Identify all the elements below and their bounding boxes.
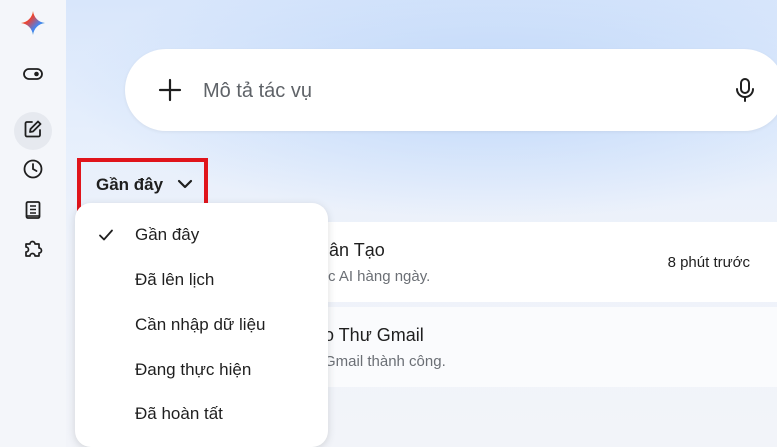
- task-time: 8 phút trước: [667, 254, 750, 271]
- menu-item-in-progress[interactable]: Đang thực hiện: [75, 348, 328, 392]
- puzzle-icon: [22, 237, 44, 264]
- menu-item-label: Đã lên lịch: [135, 270, 215, 289]
- toggle-button[interactable]: [14, 57, 52, 95]
- chevron-down-icon: [177, 176, 193, 194]
- plus-icon[interactable]: [158, 78, 182, 107]
- clock-icon: [22, 158, 44, 185]
- new-task-button[interactable]: [14, 112, 52, 150]
- task-input[interactable]: [201, 71, 705, 111]
- filter-label: Gần đây: [96, 174, 164, 194]
- edit-icon: [22, 118, 44, 145]
- menu-item-recent[interactable]: Gần đây: [75, 213, 328, 257]
- task-input-box[interactable]: [125, 49, 777, 131]
- task-title: o Thư Gmail: [324, 325, 424, 345]
- filter-menu: Gần đây Đã lên lịch Cần nhập dữ liệu Đan…: [75, 203, 328, 447]
- task-description: c AI hàng ngày.: [328, 268, 431, 285]
- menu-item-label: Đang thực hiện: [135, 360, 252, 379]
- task-description: Gmail thành công.: [324, 353, 446, 370]
- menu-item-label: Đã hoàn tất: [135, 404, 223, 423]
- menu-item-label: Cần nhập dữ liệu: [135, 315, 266, 334]
- notebook-icon: [22, 199, 44, 226]
- microphone-icon[interactable]: [733, 77, 757, 108]
- library-button[interactable]: [14, 193, 52, 231]
- menu-item-label: Gần đây: [135, 225, 200, 244]
- task-title: ân Tạo: [329, 240, 385, 260]
- extensions-button[interactable]: [14, 231, 52, 269]
- history-button[interactable]: [14, 152, 52, 190]
- menu-item-completed[interactable]: Đã hoàn tất: [75, 392, 328, 436]
- left-rail: [0, 0, 67, 447]
- menu-item-needs-input[interactable]: Cần nhập dữ liệu: [75, 303, 328, 347]
- gemini-logo-icon[interactable]: [20, 10, 46, 36]
- menu-item-scheduled[interactable]: Đã lên lịch: [75, 258, 328, 302]
- check-icon: [97, 226, 115, 244]
- toggle-icon: [22, 63, 44, 90]
